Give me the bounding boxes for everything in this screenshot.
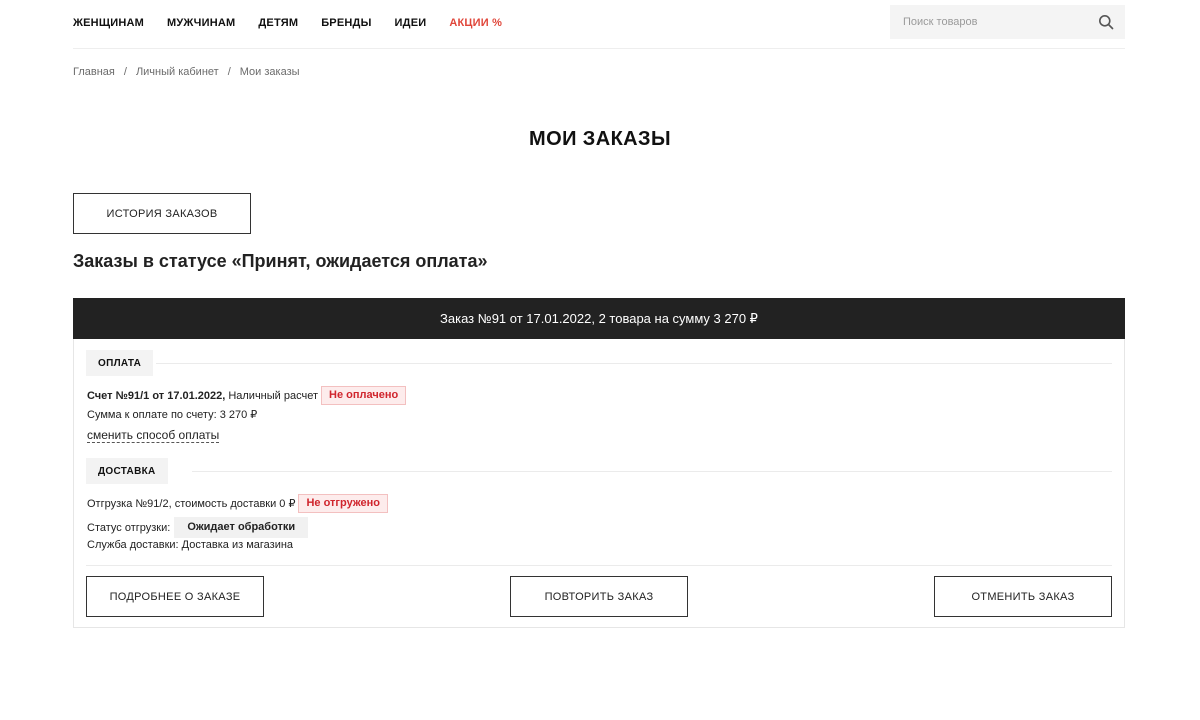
- breadcrumb: Главная / Личный кабинет / Мои заказы: [73, 66, 300, 78]
- nav-item-men[interactable]: МУЖЧИНАМ: [167, 16, 235, 30]
- nav-item-kids[interactable]: ДЕТЯМ: [258, 16, 298, 30]
- payment-status-badge: Не оплачено: [321, 386, 407, 405]
- change-payment-link[interactable]: сменить способ оплаты: [87, 428, 220, 443]
- delivery-section-label: ДОСТАВКА: [86, 458, 168, 484]
- delivery-service: Служба доставки: Доставка из магазина: [87, 539, 294, 551]
- status-heading: Заказы в статусе «Принят, ожидается опла…: [73, 251, 488, 271]
- shipment-info: Отгрузка №91/2, стоимость доставки 0 ₽: [87, 498, 296, 510]
- cancel-order-button[interactable]: ОТМЕНИТЬ ЗАКАЗ: [934, 576, 1112, 617]
- invoice-line: Счет №91/1 от 17.01.2022, Наличный расче…: [87, 386, 407, 405]
- page-title: МОИ ЗАКАЗЫ: [529, 128, 671, 150]
- shipment-status-value: Ожидает обработки: [174, 517, 309, 538]
- section-divider: [192, 471, 1112, 472]
- nav-item-women[interactable]: ЖЕНЩИНАМ: [73, 16, 144, 30]
- section-divider: [86, 565, 1112, 566]
- search-input[interactable]: [890, 5, 1080, 39]
- breadcrumb-separator: /: [227, 66, 231, 78]
- payment-method: Наличный расчет: [228, 389, 318, 402]
- order-history-button[interactable]: ИСТОРИЯ ЗАКАЗОВ: [73, 193, 251, 234]
- shipment-status-line: Статус отгрузки: Ожидает обработки: [87, 517, 309, 538]
- nav-item-ideas[interactable]: ИДЕИ: [395, 16, 427, 30]
- payment-section-label: ОПЛАТА: [86, 350, 154, 376]
- breadcrumb-item-home[interactable]: Главная: [73, 66, 115, 78]
- breadcrumb-item-current: Мои заказы: [239, 66, 300, 78]
- shipment-line: Отгрузка №91/2, стоимость доставки 0 ₽ Н…: [87, 494, 388, 513]
- breadcrumb-separator: /: [123, 66, 127, 78]
- search-icon[interactable]: [1098, 14, 1114, 30]
- shipment-status-badge: Не отгружено: [298, 494, 388, 513]
- shipment-status-label: Статус отгрузки:: [87, 521, 171, 534]
- order-card: Заказ №91 от 17.01.2022, 2 товара на сум…: [73, 298, 1125, 628]
- main-nav: ЖЕНЩИНАМ МУЖЧИНАМ ДЕТЯМ БРЕНДЫ ИДЕИ АКЦИ…: [73, 16, 525, 30]
- order-details-button[interactable]: ПОДРОБНЕЕ О ЗАКАЗЕ: [86, 576, 264, 617]
- section-divider: [156, 363, 1112, 364]
- invoice-number: Счет №91/1 от 17.01.2022,: [87, 389, 226, 402]
- search-box: [890, 5, 1125, 39]
- site-header: ЖЕНЩИНАМ МУЖЧИНАМ ДЕТЯМ БРЕНДЫ ИДЕИ АКЦИ…: [73, 0, 1125, 49]
- order-header: Заказ №91 от 17.01.2022, 2 товара на сум…: [73, 298, 1125, 339]
- breadcrumb-item-account[interactable]: Личный кабинет: [136, 66, 219, 78]
- payment-amount: Сумма к оплате по счету: 3 270 ₽: [87, 409, 258, 421]
- repeat-order-button[interactable]: ПОВТОРИТЬ ЗАКАЗ: [510, 576, 688, 617]
- nav-item-promo[interactable]: АКЦИИ %: [449, 16, 502, 30]
- nav-item-brands[interactable]: БРЕНДЫ: [321, 16, 371, 30]
